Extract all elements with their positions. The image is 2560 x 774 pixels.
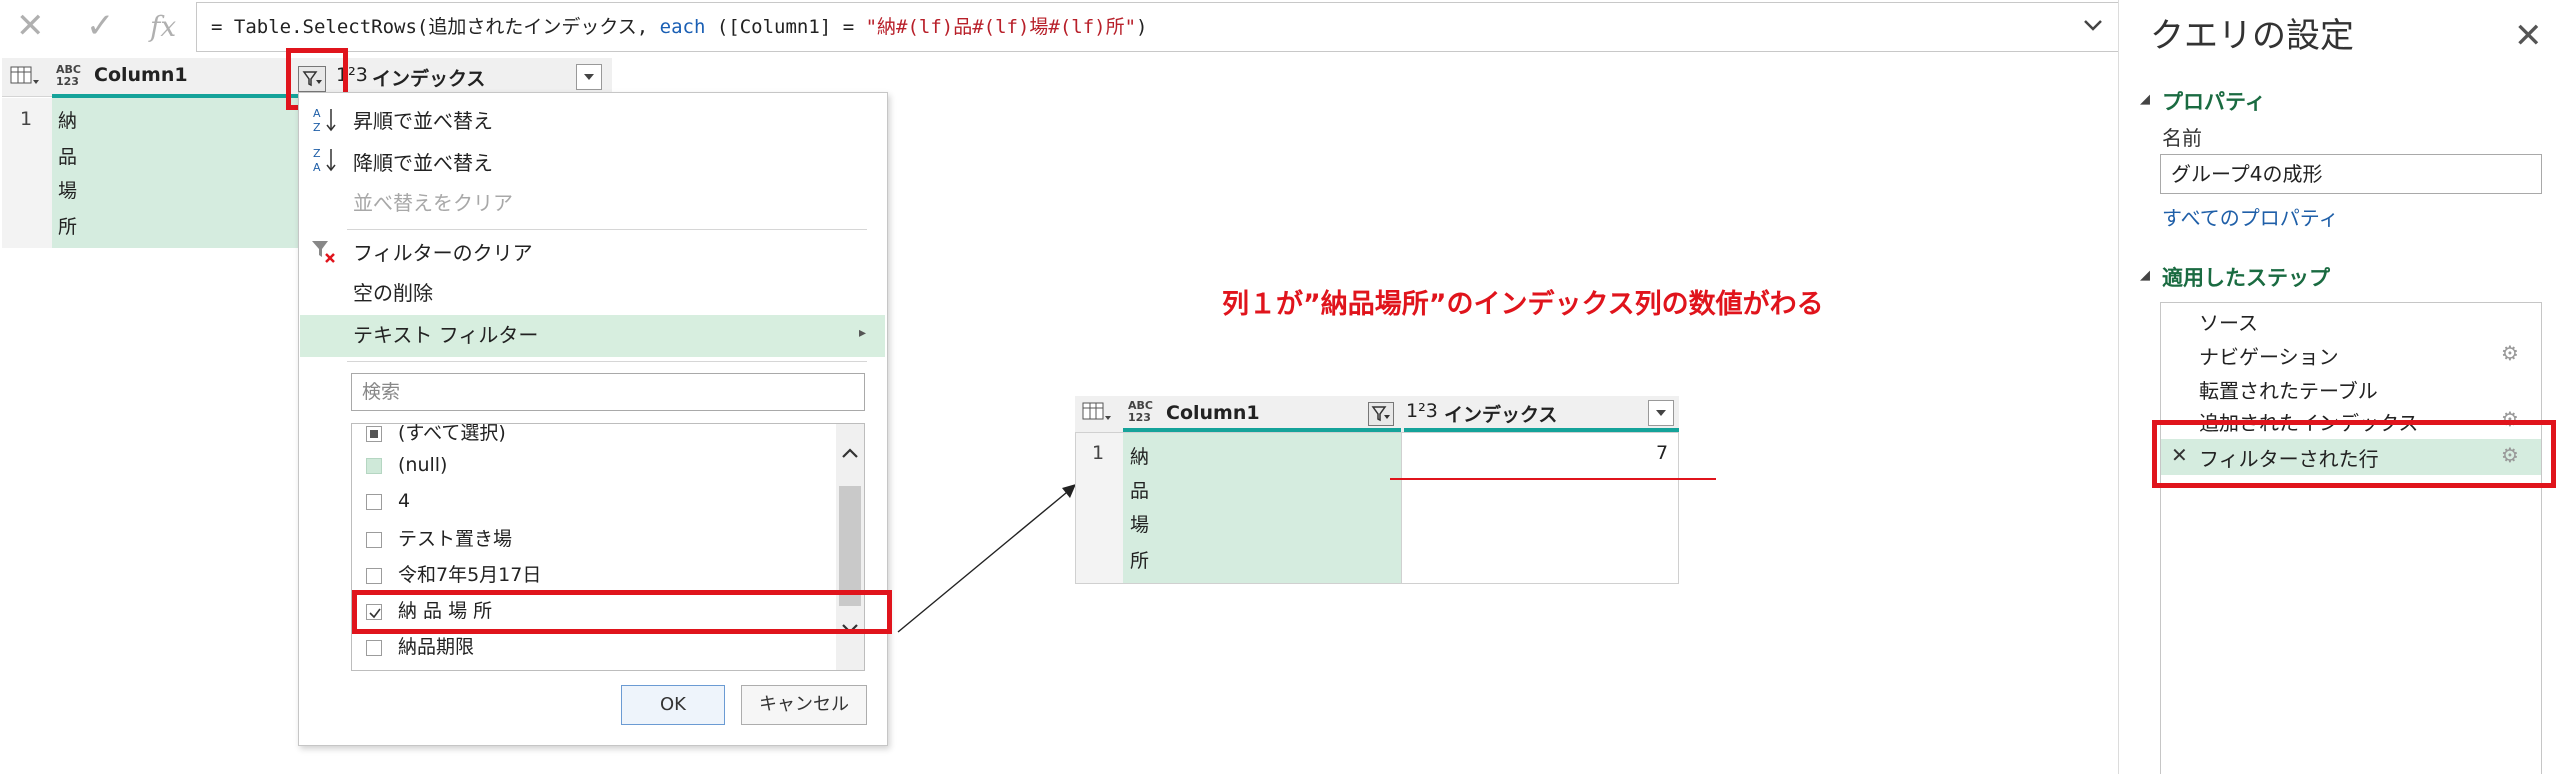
column1-cell-area <box>52 98 340 248</box>
scroll-thumb[interactable] <box>839 486 861 606</box>
all-properties-link[interactable]: すべてのプロパティ <box>2162 202 2339 231</box>
column1-type-icon[interactable]: ABC 123 <box>56 64 81 88</box>
formula-suffix: ) <box>1136 16 1148 38</box>
svg-text:A: A <box>313 107 321 120</box>
cell-line-1: 納 <box>58 110 78 132</box>
submenu-arrow-icon: ▸ <box>859 325 867 341</box>
result-cell-line-3: 場 <box>1130 514 1150 536</box>
menu-separator <box>347 361 867 362</box>
scroll-up-icon[interactable] <box>840 446 860 460</box>
sort-ascending-icon: AZ <box>311 105 341 139</box>
filter-item-date[interactable]: 令和7年5月17日 <box>366 560 541 587</box>
result-table-menu-icon[interactable] <box>1082 402 1112 428</box>
column-divider <box>1401 433 1402 583</box>
collapse-steps-icon[interactable]: ◢ <box>2140 268 2150 283</box>
result-cell-line-4: 所 <box>1130 550 1150 572</box>
pointer-arrow <box>897 484 1076 633</box>
annotation-text: 列１が”納品場所”のインデックス列の数値がわる <box>1222 289 1824 320</box>
filter-item-4[interactable]: 4 <box>366 490 410 512</box>
text-filter-item[interactable]: テキスト フィルター <box>353 319 538 348</box>
table-menu-icon[interactable] <box>10 66 40 92</box>
index-column-header[interactable]: インデックス <box>372 64 485 91</box>
clear-sort-item: 並べ替えをクリア <box>353 191 513 215</box>
result-index-value: 7 <box>1656 442 1669 464</box>
commit-formula-icon[interactable]: ✓ <box>86 6 115 46</box>
result-column1-cell-area <box>1123 433 1401 583</box>
step-source[interactable]: ソース <box>2199 307 2258 336</box>
filter-item-label: 令和7年5月17日 <box>398 564 542 586</box>
svg-text:Z: Z <box>313 121 321 134</box>
result-column1-header[interactable]: Column1 <box>1166 402 1260 424</box>
cancel-button[interactable]: キャンセル <box>741 685 867 725</box>
result-column1-filter-icon[interactable] <box>1368 402 1394 426</box>
gear-icon[interactable]: ⚙ <box>2501 341 2519 365</box>
result-index-header[interactable]: インデックス <box>1444 400 1557 427</box>
applied-steps-header[interactable]: 適用したステップ <box>2162 262 2330 292</box>
ok-button[interactable]: OK <box>621 685 725 725</box>
cancel-formula-icon[interactable]: ✕ <box>16 6 45 46</box>
formula-expand-chevron-icon[interactable] <box>2078 10 2108 40</box>
sort-descending-icon: ZA <box>311 145 341 179</box>
result-cell-line-2: 品 <box>1130 480 1150 502</box>
checkbox-icon[interactable] <box>366 493 382 510</box>
filter-item-select-all[interactable]: (すべて選択) <box>366 423 506 445</box>
result-cell-line-1: 納 <box>1130 446 1150 468</box>
clear-filter-icon <box>309 237 339 271</box>
index-filter-dropdown-icon[interactable] <box>576 64 602 90</box>
close-panel-icon[interactable]: ✕ <box>2514 16 2543 56</box>
selected-step-red-highlight <box>2152 420 2556 488</box>
checkbox-icon[interactable] <box>366 531 382 548</box>
clear-filter-item[interactable]: フィルターのクリア <box>353 237 533 266</box>
row-number: 1 <box>20 108 33 130</box>
query-settings-title: クエリの設定 <box>2150 16 2354 56</box>
filter-item-label: 4 <box>398 490 411 512</box>
step-navigation[interactable]: ナビゲーション <box>2199 341 2339 370</box>
annotation-underline <box>1390 478 1716 480</box>
formula-keyword: each <box>659 16 706 38</box>
checkbox-icon[interactable] <box>366 639 382 656</box>
fx-icon[interactable]: fx <box>150 10 176 43</box>
cell-line-2: 品 <box>58 146 78 168</box>
cell-line-4: 所 <box>58 216 78 238</box>
filter-item-deadline[interactable]: 納品期限 <box>366 632 474 659</box>
filter-item-label: 納品期限 <box>398 636 475 658</box>
filter-item-label: テスト置き場 <box>398 528 513 550</box>
filter-item-label: (null) <box>398 454 448 476</box>
sort-descending-item[interactable]: 降順で並べ替え <box>353 147 493 176</box>
filter-search-input[interactable]: 検索 <box>351 373 865 411</box>
checkbox-icon[interactable] <box>366 567 382 584</box>
formula-bar-icons: ✕ ✓ fx <box>0 0 190 54</box>
menu-separator <box>347 229 867 230</box>
formula-string: "納#(lf)品#(lf)場#(lf)所" <box>865 16 1137 38</box>
cell-line-3: 場 <box>58 180 78 202</box>
svg-text:Z: Z <box>313 147 321 160</box>
name-label: 名前 <box>2162 126 2202 150</box>
result-column1-type-icon[interactable]: ABC 123 <box>1128 400 1153 424</box>
collapse-properties-icon[interactable]: ◢ <box>2140 92 2150 107</box>
checked-item-highlight <box>352 590 892 634</box>
filter-item-null[interactable]: (null) <box>366 454 447 476</box>
result-index-dropdown-icon[interactable] <box>1648 400 1674 426</box>
result-row-number: 1 <box>1092 442 1105 464</box>
sort-ascending-item[interactable]: 昇順で並べ替え <box>353 105 493 134</box>
result-index-type-icon[interactable]: 1²3 <box>1406 400 1438 422</box>
filter-item-label: (すべて選択) <box>398 423 506 444</box>
checkbox-partial-icon[interactable] <box>366 425 382 442</box>
filter-dropdown-menu: AZ 昇順で並べ替え ZA 降順で並べ替え 並べ替えをクリア フィルターのクリア… <box>298 92 888 746</box>
formula-input[interactable]: = Table.SelectRows(追加されたインデックス, each ([C… <box>196 2 2121 52</box>
query-name-input[interactable]: グループ4の成形 <box>2160 154 2542 194</box>
formula-prefix: = Table.SelectRows(追加されたインデックス, <box>211 16 660 38</box>
properties-section-header[interactable]: プロパティ <box>2162 86 2266 116</box>
checkbox-icon[interactable] <box>366 457 382 474</box>
svg-text:A: A <box>313 161 321 174</box>
remove-empty-item[interactable]: 空の削除 <box>353 277 433 306</box>
formula-mid: ([Column1] = <box>705 16 866 38</box>
applied-steps-list: ソース ナビゲーション ⚙ 転置されたテーブル 追加されたインデックス ⚙ ✕ … <box>2160 302 2542 774</box>
step-transposed-table[interactable]: 転置されたテーブル <box>2199 375 2378 404</box>
filter-item-test[interactable]: テスト置き場 <box>366 524 512 551</box>
column1-header[interactable]: Column1 <box>94 64 188 86</box>
